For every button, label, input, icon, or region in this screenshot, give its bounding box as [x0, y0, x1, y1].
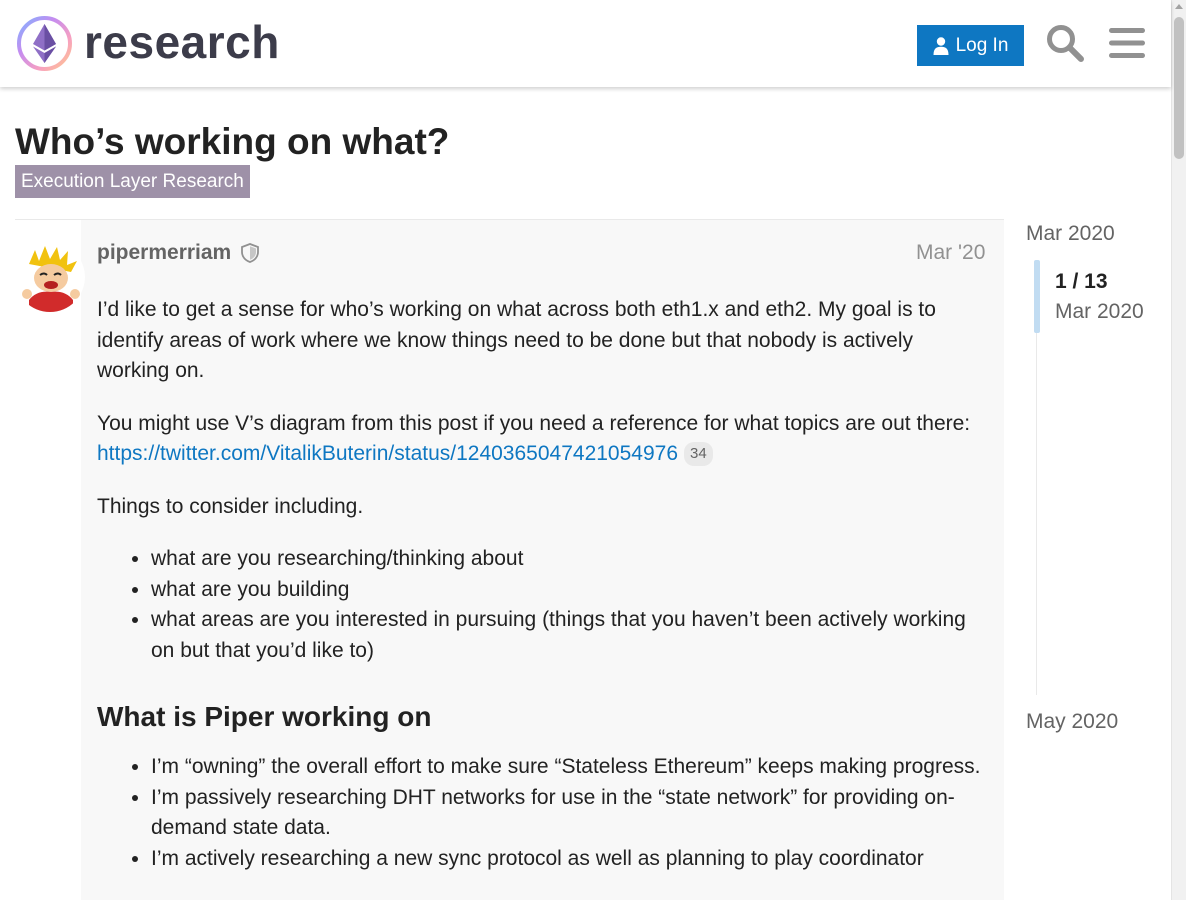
- shield-icon: [241, 243, 259, 263]
- list-item: what areas are you interested in pursuin…: [151, 605, 989, 666]
- list-item: what are you researching/thinking about: [151, 544, 989, 575]
- post-paragraph: You might use V’s diagram from this post…: [97, 409, 989, 470]
- post-paragraph: I’d like to get a sense for who’s workin…: [97, 298, 936, 382]
- link-click-count: 34: [684, 442, 713, 466]
- log-in-button[interactable]: Log In: [917, 25, 1024, 66]
- avatar[interactable]: [15, 242, 85, 312]
- category-badge[interactable]: Execution Layer Research: [15, 165, 250, 198]
- post-date[interactable]: Mar '20: [916, 240, 985, 266]
- timeline-post-counter: 1 / 13: [1055, 270, 1108, 293]
- hamburger-menu-icon: [1109, 28, 1145, 58]
- scrollbar-thumb[interactable]: [1174, 17, 1184, 159]
- ethereum-research-logo-icon: [17, 16, 72, 71]
- post-paragraph: Things to consider including.: [97, 494, 364, 518]
- logo-text: research: [84, 15, 280, 68]
- list-item: I’m “owning” the overall effort to make …: [151, 752, 989, 783]
- list-item: what are you building: [151, 575, 989, 606]
- site-header: research Log In: [0, 0, 1171, 87]
- timeline-start-date[interactable]: Mar 2020: [1026, 221, 1115, 247]
- scroll-up-arrow-icon[interactable]: [1175, 4, 1183, 9]
- user-avatar-icon: [15, 242, 85, 312]
- hamburger-menu-button[interactable]: [1105, 21, 1149, 65]
- user-icon: [933, 36, 949, 55]
- log-in-label: Log In: [955, 34, 1009, 56]
- topic-title[interactable]: Who’s working on what?: [15, 120, 449, 164]
- site-logo[interactable]: research: [16, 15, 280, 72]
- timeline-end-date[interactable]: May 2020: [1026, 709, 1118, 735]
- search-icon: [1047, 25, 1084, 62]
- post-paragraph-text: You might use V’s diagram from this post…: [97, 411, 971, 435]
- search-button[interactable]: [1043, 21, 1087, 65]
- consider-list: what are you researching/thinking about …: [151, 544, 989, 666]
- page-scrollbar[interactable]: [1171, 0, 1186, 900]
- timeline-handle[interactable]: [1034, 260, 1040, 333]
- list-item: I’m passively researching DHT networks f…: [151, 783, 989, 844]
- twitter-link[interactable]: https://twitter.com/VitalikButerin/statu…: [97, 442, 678, 465]
- timeline-current-date: Mar 2020: [1055, 300, 1144, 323]
- list-item: I’m actively researching a new sync prot…: [151, 844, 989, 875]
- post-heading: What is Piper working on: [97, 701, 432, 732]
- piper-work-list: I’m “owning” the overall effort to make …: [151, 752, 989, 874]
- post-author[interactable]: pipermerriam: [97, 240, 231, 266]
- post-content: I’d like to get a sense for who’s workin…: [97, 295, 989, 896]
